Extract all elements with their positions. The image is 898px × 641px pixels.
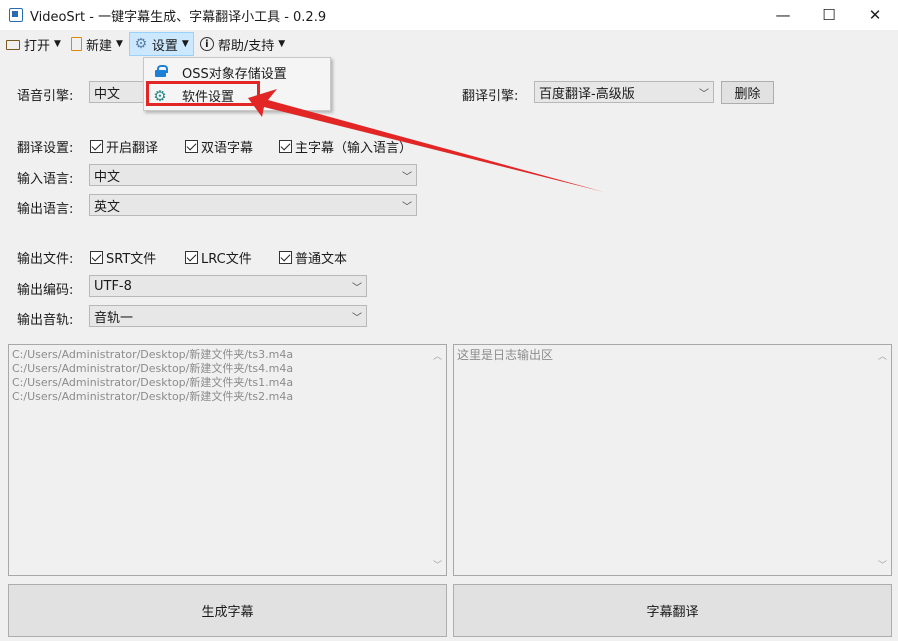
list-item: C:/Users/Administrator/Desktop/新建文件夹/ts3… bbox=[12, 348, 294, 361]
plain-text-label: 普通文本 bbox=[295, 252, 348, 267]
window-title: VideoSrt - 一键字幕生成、字幕翻译小工具 - 0.2.9 bbox=[30, 9, 327, 25]
main-subtitle-label: 主字幕（输入语言） bbox=[295, 141, 413, 156]
input-language-label: 输入语言: bbox=[17, 172, 74, 187]
menu-open[interactable]: 打开 ▼ bbox=[2, 32, 65, 56]
enable-translate-label: 开启翻译 bbox=[106, 141, 159, 156]
checkbox-checked-icon bbox=[90, 251, 103, 264]
speech-engine-label: 语音引擎: bbox=[17, 89, 74, 104]
list-item: C:/Users/Administrator/Desktop/新建文件夹/ts4… bbox=[12, 362, 294, 375]
menu-item-oss-settings-label: OSS对象存储设置 bbox=[182, 67, 287, 82]
translate-engine-label: 翻译引擎: bbox=[462, 89, 519, 104]
list-item: C:/Users/Administrator/Desktop/新建文件夹/ts2… bbox=[12, 390, 294, 403]
delete-button[interactable]: 删除 bbox=[721, 81, 774, 104]
scrollbar[interactable]: ︿ ﹀ bbox=[874, 345, 891, 575]
new-file-icon bbox=[70, 37, 82, 51]
menu-help[interactable]: i 帮助/支持 ▼ bbox=[196, 32, 289, 56]
input-language-value: 中文 bbox=[94, 169, 121, 185]
lrc-file-checkbox[interactable]: LRC文件 bbox=[185, 248, 252, 267]
translate-engine-select[interactable]: 百度翻译-高级版 ﹀ bbox=[534, 81, 714, 103]
info-icon: i bbox=[199, 37, 214, 51]
checkbox-checked-icon bbox=[279, 251, 292, 264]
app-icon bbox=[9, 8, 23, 22]
output-encoding-value: UTF-8 bbox=[94, 278, 132, 294]
dropdown-arrow-icon: ▼ bbox=[278, 39, 286, 49]
checkbox-checked-icon bbox=[185, 251, 198, 264]
srt-file-checkbox[interactable]: SRT文件 bbox=[90, 248, 156, 267]
title-bar: VideoSrt - 一键字幕生成、字幕翻译小工具 - 0.2.9 — ☐ ✕ bbox=[0, 0, 898, 30]
scrollbar[interactable]: ︿ ﹀ bbox=[429, 345, 446, 575]
close-button[interactable]: ✕ bbox=[852, 0, 898, 30]
output-encoding-label: 输出编码: bbox=[17, 283, 74, 298]
output-language-label: 输出语言: bbox=[17, 202, 74, 217]
checkbox-checked-icon bbox=[279, 140, 292, 153]
main-subtitle-checkbox[interactable]: 主字幕（输入语言） bbox=[279, 137, 412, 156]
menu-help-label: 帮助/支持 bbox=[217, 38, 275, 54]
enable-translate-checkbox[interactable]: 开启翻译 bbox=[90, 137, 158, 156]
maximize-button[interactable]: ☐ bbox=[806, 0, 852, 30]
speech-engine-value: 中文 bbox=[94, 86, 121, 102]
output-track-value: 音轨一 bbox=[94, 310, 134, 326]
lock-icon bbox=[152, 64, 168, 81]
dropdown-arrow-icon: ▼ bbox=[181, 39, 189, 49]
lrc-file-label: LRC文件 bbox=[201, 252, 252, 267]
menu-settings-label: 设置 bbox=[151, 38, 178, 54]
bilingual-label: 双语字幕 bbox=[201, 141, 254, 156]
menu-bar: 打开 ▼ 新建 ▼ ⚙ 设置 ▼ i 帮助/支持 ▼ bbox=[0, 30, 898, 58]
output-language-value: 英文 bbox=[94, 199, 121, 215]
srt-file-label: SRT文件 bbox=[106, 252, 157, 267]
dropdown-arrow-icon: ▼ bbox=[115, 39, 123, 49]
checkbox-checked-icon bbox=[90, 140, 103, 153]
output-file-label: 输出文件: bbox=[17, 252, 74, 267]
menu-open-label: 打开 bbox=[24, 38, 51, 54]
scroll-down-icon[interactable]: ﹀ bbox=[429, 558, 446, 571]
output-track-select[interactable]: 音轨一 ﹀ bbox=[89, 305, 367, 327]
file-list: C:/Users/Administrator/Desktop/新建文件夹/ts3… bbox=[12, 348, 428, 404]
translate-subtitles-button[interactable]: 字幕翻译 bbox=[453, 584, 892, 637]
window-controls: — ☐ ✕ bbox=[760, 0, 898, 30]
file-list-panel[interactable]: C:/Users/Administrator/Desktop/新建文件夹/ts3… bbox=[8, 344, 447, 576]
chevron-down-icon: ﹀ bbox=[352, 282, 362, 294]
speech-engine-select[interactable]: 中文 bbox=[89, 81, 149, 103]
log-output-panel[interactable]: 这里是日志输出区 ︿ ﹀ bbox=[453, 344, 892, 576]
dropdown-arrow-icon: ▼ bbox=[54, 39, 61, 49]
menu-settings[interactable]: ⚙ 设置 ▼ bbox=[128, 32, 194, 56]
minimize-button[interactable]: — bbox=[760, 0, 806, 30]
translate-settings-label: 翻译设置: bbox=[17, 141, 74, 156]
translate-engine-value: 百度翻译-高级版 bbox=[539, 86, 635, 102]
checkbox-checked-icon bbox=[185, 140, 198, 153]
output-track-label: 输出音轨: bbox=[17, 313, 74, 328]
output-encoding-select[interactable]: UTF-8 ﹀ bbox=[89, 275, 367, 297]
chevron-down-icon: ﹀ bbox=[402, 201, 412, 213]
highlight-annotation bbox=[146, 81, 260, 106]
gear-icon: ⚙ bbox=[134, 36, 148, 52]
chevron-down-icon: ﹀ bbox=[402, 171, 412, 183]
output-language-select[interactable]: 英文 ﹀ bbox=[89, 194, 417, 216]
plain-text-checkbox[interactable]: 普通文本 bbox=[279, 248, 347, 267]
generate-subtitles-button[interactable]: 生成字幕 bbox=[8, 584, 447, 637]
scroll-up-icon[interactable]: ︿ bbox=[874, 349, 891, 362]
menu-new-label: 新建 bbox=[85, 38, 112, 54]
folder-icon bbox=[6, 40, 20, 50]
bilingual-checkbox[interactable]: 双语字幕 bbox=[185, 137, 253, 156]
log-placeholder: 这里是日志输出区 bbox=[457, 348, 554, 362]
input-language-select[interactable]: 中文 ﹀ bbox=[89, 164, 417, 186]
scroll-down-icon[interactable]: ﹀ bbox=[874, 558, 891, 571]
scroll-up-icon[interactable]: ︿ bbox=[429, 349, 446, 362]
chevron-down-icon: ﹀ bbox=[352, 312, 362, 324]
chevron-down-icon: ﹀ bbox=[699, 88, 709, 100]
list-item: C:/Users/Administrator/Desktop/新建文件夹/ts1… bbox=[12, 376, 294, 389]
menu-new[interactable]: 新建 ▼ bbox=[67, 32, 127, 56]
